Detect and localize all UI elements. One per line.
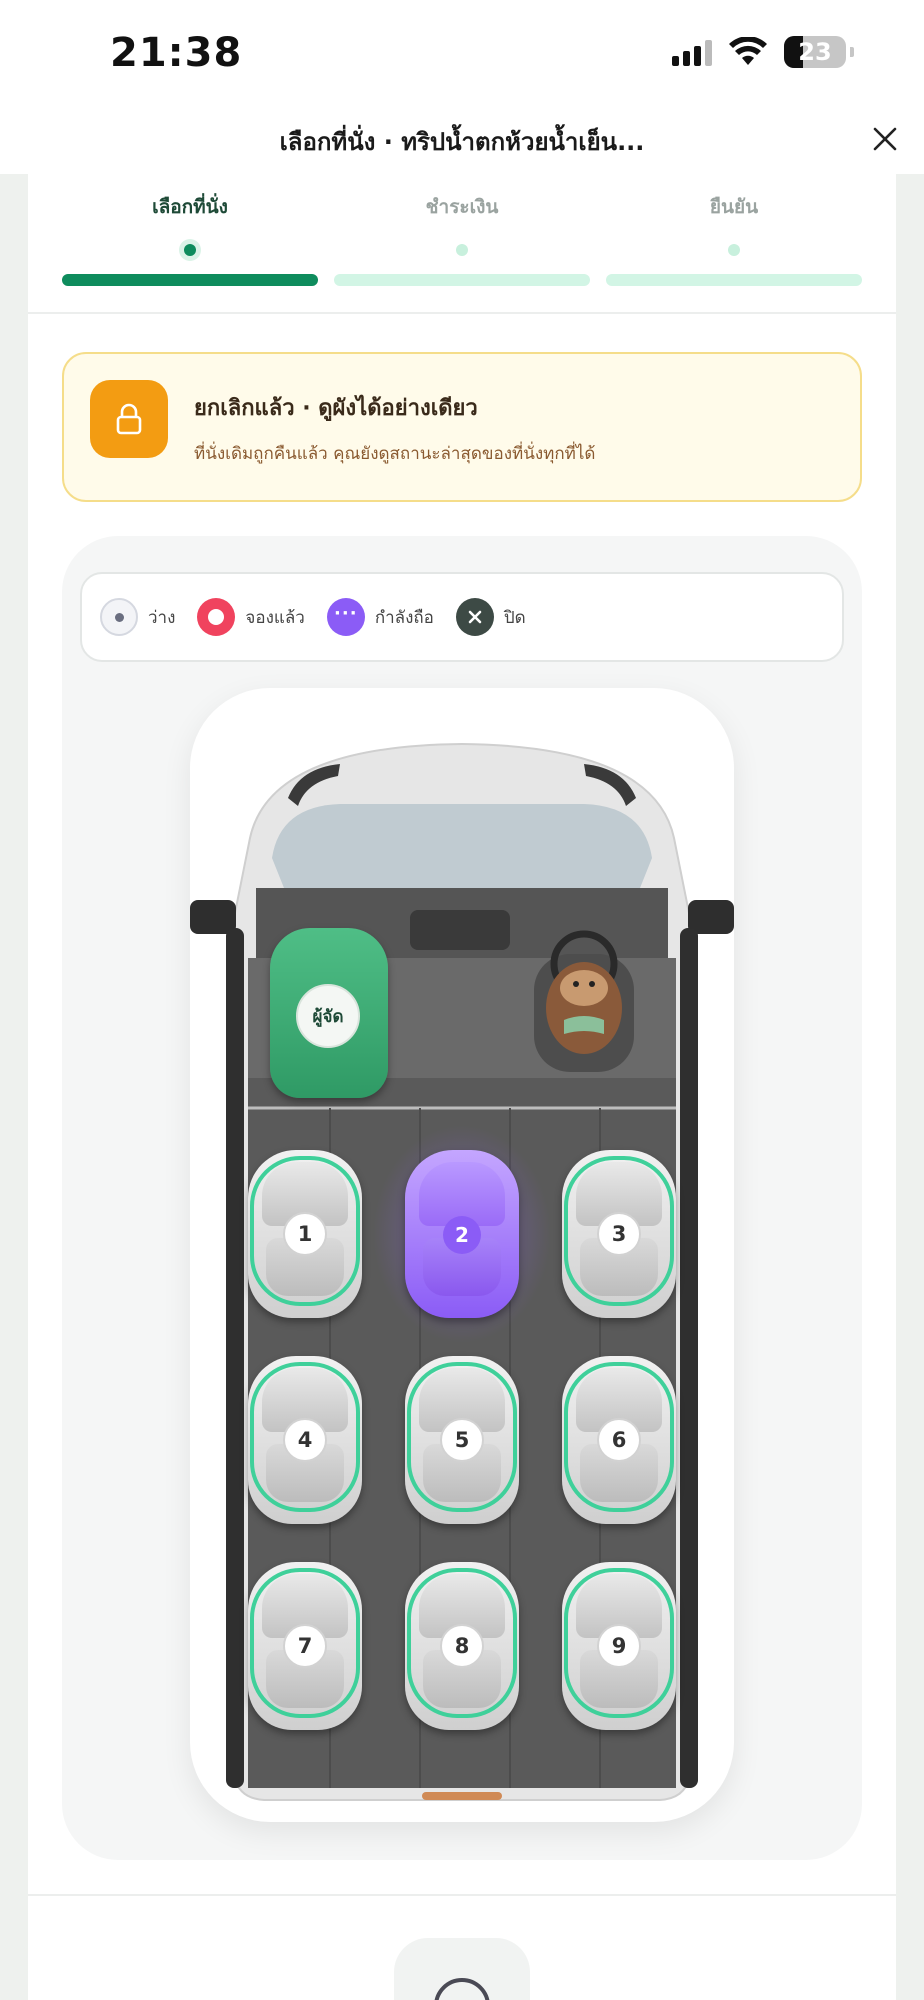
seat-number: 3 [597,1212,641,1256]
legend-label: จองแล้ว [245,607,305,628]
step-label: เลือกที่นั่ง [152,196,228,218]
circle-icon [434,1978,490,2000]
seat-number: 5 [440,1418,484,1462]
legend-available: ว่าง [100,598,175,636]
seat-number: 4 [283,1418,327,1462]
driver-mascot-icon [534,930,634,1072]
page-content: เลือกที่นั่ง ชำระเงิน ยืนยัน ยกเลิกแล้ว … [28,174,896,2000]
step-dot-icon [456,244,468,256]
seat-number: 9 [597,1624,641,1668]
seat-3[interactable]: 3 [562,1150,676,1318]
seat-1[interactable]: 1 [248,1150,362,1318]
cancelled-notice: ยกเลิกแล้ว · ดูผังได้อย่างเดียว ที่นั่งเ… [62,352,862,502]
wifi-icon [729,37,767,65]
step-payment: ชำระเงิน [334,192,590,286]
seat-7[interactable]: 7 [248,1562,362,1730]
progress-stepper: เลือกที่นั่ง ชำระเงิน ยืนยัน [28,174,896,314]
seat-number: 1 [283,1212,327,1256]
step-progress-bar [606,274,862,286]
available-dot-icon [100,598,138,636]
booked-ring-icon [197,598,236,636]
step-select-seat: เลือกที่นั่ง [62,192,318,286]
holding-dots-icon: ··· [326,598,365,636]
header: เลือกที่นั่ง · ทริปน้ำตกห้วยน้ำเย็น... [0,108,924,174]
seat-number: 7 [283,1624,327,1668]
seat-number: 2 [443,1216,481,1254]
status-time: 21:38 [110,30,243,76]
organizer-seat: ผู้จัด [270,928,388,1098]
seat-8[interactable]: 8 [405,1562,519,1730]
divider [28,1894,896,1896]
step-progress-bar [334,274,590,286]
close-icon[interactable] [868,122,902,156]
lock-icon [90,380,168,458]
step-label: ยืนยัน [709,196,759,218]
step-dot-icon [728,244,740,256]
step-dot-icon [184,244,196,256]
status-bar: 21:38 23 [0,0,924,108]
legend-booked: จองแล้ว [197,598,305,636]
page-title: เลือกที่นั่ง · ทริปน้ำตกห้วยน้ำเย็น... [279,128,645,156]
step-label: ชำระเงิน [425,196,499,218]
legend-label: ปิด [503,607,526,628]
seat-5[interactable]: 5 [405,1356,519,1524]
battery-icon: 23 [784,36,846,68]
seat-number: 8 [440,1624,484,1668]
bottom-action-button[interactable] [394,1938,530,2000]
legend-holding: ··· กำลังถือ [326,598,434,636]
step-confirm: ยืนยัน [606,192,862,286]
status-icons: 23 [672,36,854,68]
van-layout: ผู้จัด 1 2 3 4 5 6 7 8 9 [190,688,734,1822]
legend-label: ว่าง [148,607,176,628]
driver-seat [524,924,644,1074]
seat-2[interactable]: 2 [405,1150,519,1318]
step-progress-bar [62,274,318,286]
notice-title: ยกเลิกแล้ว · ดูผังได้อย่างเดียว [194,396,478,421]
closed-x-icon [455,598,494,636]
legend-label: กำลังถือ [374,607,434,628]
seat-number: 6 [597,1418,641,1462]
seat-map-card: ว่าง จองแล้ว ··· กำลังถือ ปิด ผู้จัด 1 2… [62,536,862,1860]
legend-closed: ปิด [455,598,526,636]
seat-6[interactable]: 6 [562,1356,676,1524]
seat-9[interactable]: 9 [562,1562,676,1730]
notice-text: ที่นั่งเดิมถูกคืนแล้ว คุณยังดูสถานะล่าสุ… [194,444,596,464]
organizer-label: ผู้จัด [296,984,360,1048]
cellular-signal-icon [672,38,712,66]
battery-level: 23 [798,38,832,66]
seat-legend: ว่าง จองแล้ว ··· กำลังถือ ปิด [80,572,844,662]
seat-4[interactable]: 4 [248,1356,362,1524]
